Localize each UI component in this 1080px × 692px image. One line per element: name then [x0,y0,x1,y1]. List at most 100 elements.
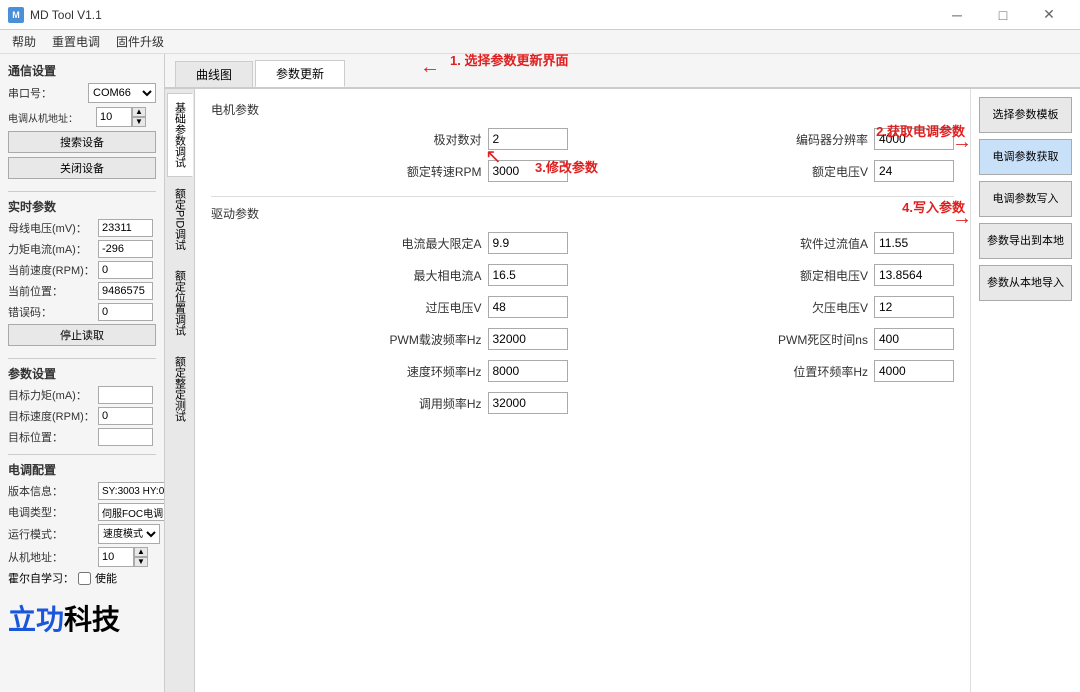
search-device-btn[interactable]: 搜索设备 [8,131,156,153]
vert-tab-basic[interactable]: 基础参数调试 [167,93,193,177]
hall-label: 霍尔自学习： [8,570,74,586]
encoder-res-input[interactable] [874,128,954,150]
menu-reset-esc[interactable]: 重置电调 [44,31,108,52]
slave-down-btn[interactable]: ▼ [134,557,148,567]
max-current-label: 电流最大限定A [401,235,481,252]
menu-firmware[interactable]: 固件升级 [108,31,172,52]
rated-speed-input[interactable] [488,160,568,182]
sw-overcurrent-field: 软件过流值A [598,232,955,254]
pwm-deadtime-field: PWM死区时间ns [598,328,955,350]
target-pos-row: 目标位置： [8,428,156,446]
run-mode-row: 运行模式： 速度模式 [8,524,156,544]
error-row: 错误码： [8,303,156,321]
rated-phase-voltage-input[interactable] [874,264,954,286]
voltage-row: 母线电压(mV)： [8,219,156,237]
rated-voltage-label: 额定电压V [812,163,868,180]
title-controls: ─ □ ✕ [934,0,1072,30]
hall-checkbox[interactable] [78,572,91,585]
close-device-btn[interactable]: 关闭设备 [8,157,156,179]
call-freq-input[interactable] [488,392,568,414]
pwm-freq-field: PWM载波频率Hz [211,328,568,350]
addr-spinner: ▲ ▼ [96,107,146,127]
target-speed-row: 目标速度(RPM)： [8,407,156,425]
vert-tab-pid[interactable]: 额定PID调试 [167,179,193,259]
run-mode-select[interactable]: 速度模式 [98,524,160,544]
tab-params[interactable]: 参数更新 [255,60,345,87]
undervoltage-input[interactable] [874,296,954,318]
realtime-section: 实时参数 母线电压(mV)： 力矩电流(mA)： 当前速度(RPM)： 当前位置… [8,198,156,350]
rated-voltage-input[interactable] [874,160,954,182]
max-current-input[interactable] [488,232,568,254]
pwm-freq-input[interactable] [488,328,568,350]
encoder-res-field: 编码器分辨率 [598,128,955,150]
rated-phase-voltage-label: 额定相电压V [800,267,868,284]
slave-addr-row: 从机地址： ▲ ▼ [8,547,156,567]
app-icon: M [8,7,24,23]
current-value [98,240,153,258]
speed-loop-freq-input[interactable] [488,360,568,382]
slave-addr-input[interactable] [98,547,134,567]
pwm-deadtime-label: PWM死区时间ns [778,331,868,348]
sw-overcurrent-input[interactable] [874,232,954,254]
motor-params-title: 电机参数 [211,101,954,118]
tab-curve[interactable]: 曲线图 [175,61,253,87]
addr-spin-btns: ▲ ▼ [132,107,146,127]
pole-pairs-label: 极对数对 [433,131,481,148]
target-speed-input[interactable] [98,407,153,425]
addr-input[interactable] [96,107,132,127]
logo-text: 立功科技 [8,598,156,638]
slave-up-btn[interactable]: ▲ [134,547,148,557]
target-torque-row: 目标力矩(mA)： [8,386,156,404]
addr-up-btn[interactable]: ▲ [132,107,146,117]
drive-params-grid: 电流最大限定A 软件过流值A 最大相电流A 额定相电压V [211,232,954,414]
esc-type-label: 电调类型： [8,504,98,520]
rated-speed-label: 额定转速RPM [407,163,482,180]
vert-tab-test[interactable]: 额定整定测试 [167,347,193,431]
target-torque-label: 目标力矩(mA)： [8,387,98,403]
esc-type-value [98,503,165,521]
stop-read-btn[interactable]: 停止读取 [8,324,156,346]
esc-type-row: 电调类型： [8,503,156,521]
vert-tab-pos[interactable]: 额定位置调试 [167,261,193,345]
port-select[interactable]: COM66 [88,83,156,103]
minimize-button[interactable]: ─ [934,0,980,30]
slave-spin-btns: ▲ ▼ [134,547,148,567]
maximize-button[interactable]: □ [980,0,1026,30]
menu-bar: 帮助 重置电调 固件升级 [0,30,1080,54]
get-params-btn[interactable]: 电调参数获取 [979,139,1072,175]
sw-overcurrent-label: 软件过流值A [800,235,868,252]
realtime-title: 实时参数 [8,198,156,215]
error-label: 错误码： [8,304,98,320]
select-template-btn[interactable]: 选择参数模板 [979,97,1072,133]
export-params-btn[interactable]: 参数导出到本地 [979,223,1072,259]
pole-pairs-input[interactable] [488,128,568,150]
menu-help[interactable]: 帮助 [4,31,44,52]
divider-2 [8,358,156,359]
max-current-field: 电流最大限定A [211,232,568,254]
close-button[interactable]: ✕ [1026,0,1072,30]
current-row: 力矩电流(mA)： [8,240,156,258]
overvoltage-input[interactable] [488,296,568,318]
right-panel: 选择参数模板 电调参数获取 电调参数写入 参数导出到本地 参数从本地导入 2.获… [970,89,1080,692]
import-params-btn[interactable]: 参数从本地导入 [979,265,1072,301]
encoder-res-label: 编码器分辨率 [796,131,868,148]
pos-loop-freq-input[interactable] [874,360,954,382]
target-pos-input[interactable] [98,428,153,446]
sidebar: 通信设置 串口号： COM66 电调从机地址： ▲ ▼ 搜索设备 关闭设备 [0,54,165,692]
rated-speed-field: 额定转速RPM [211,160,568,182]
target-speed-label: 目标速度(RPM)： [8,408,98,424]
max-phase-current-label: 最大相电流A [413,267,481,284]
slave-addr-spinner: ▲ ▼ [98,547,148,567]
position-label: 当前位置： [8,283,98,299]
write-params-btn[interactable]: 电调参数写入 [979,181,1072,217]
comm-title: 通信设置 [8,62,156,79]
addr-row: 电调从机地址： ▲ ▼ [8,107,156,127]
main-layout: 通信设置 串口号： COM66 电调从机地址： ▲ ▼ 搜索设备 关闭设备 [0,54,1080,692]
port-label: 串口号： [8,85,88,101]
call-freq-label: 调用频率Hz [419,395,482,412]
target-torque-input[interactable] [98,386,153,404]
rated-phase-voltage-field: 额定相电压V [598,264,955,286]
addr-down-btn[interactable]: ▼ [132,117,146,127]
max-phase-current-input[interactable] [488,264,568,286]
pwm-deadtime-input[interactable] [874,328,954,350]
